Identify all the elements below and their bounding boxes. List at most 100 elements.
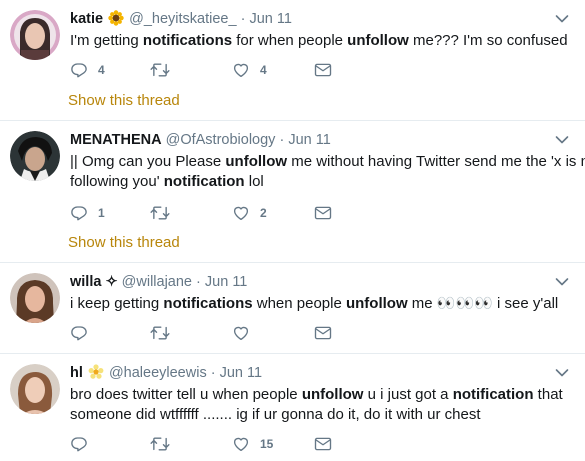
reply-icon (71, 326, 87, 341)
author-handle[interactable]: @_heyitskatiee_ (129, 11, 236, 27)
reply-button[interactable]: 1 (70, 203, 105, 223)
heart-icon (233, 326, 249, 341)
sparkle-icon: ✧ (105, 274, 118, 290)
tweet-actions: 4 4 (70, 60, 350, 80)
avatar[interactable] (10, 273, 60, 323)
reply-button[interactable] (70, 323, 98, 343)
author-handle[interactable]: @haleeyleewis (109, 365, 207, 381)
dot-separator: · (210, 365, 216, 381)
tweet-header: katie @_heyitskatiee_ · Jun 11 (70, 10, 567, 28)
highlighted-keyword: unfollow (345, 295, 408, 312)
retweet-button[interactable] (150, 323, 180, 343)
highlighted-keyword: unfollow (347, 32, 409, 49)
tweet-actions: 15 (70, 434, 350, 454)
retweet-button[interactable] (150, 434, 180, 454)
text-segment: me (407, 295, 437, 312)
heart-icon (233, 63, 249, 78)
tweet-text: bro does twitter tell u when people unfo… (70, 385, 567, 425)
envelope-icon (314, 63, 332, 77)
text-segment: following you' (70, 173, 164, 190)
tweet[interactable]: MENATHENA @OfAstrobiology · Jun 11 || Om… (0, 121, 585, 263)
retweet-button[interactable] (150, 60, 180, 80)
dot-separator: · (279, 132, 285, 148)
chevron-down-icon[interactable] (555, 277, 569, 287)
text-segment: i keep getting (70, 295, 164, 312)
highlighted-keyword: notification (452, 386, 534, 403)
text-segment: lol (244, 173, 264, 190)
tweet-text-line: || Omg can you Please unfollow me withou… (70, 152, 585, 172)
chevron-down-icon[interactable] (555, 14, 569, 24)
author-handle[interactable]: @OfAstrobiology (166, 132, 276, 148)
tweet-header: hl @haleeyleewis · Jun 11 (70, 364, 567, 382)
author-name[interactable]: katie (70, 11, 103, 27)
tweet-text: I'm getting notifications for when peopl… (70, 31, 568, 51)
retweet-icon (150, 63, 170, 77)
highlighted-keyword: notifications (163, 295, 253, 312)
avatar[interactable] (10, 131, 60, 181)
reply-count: 4 (98, 63, 105, 77)
reply-button[interactable] (70, 434, 98, 454)
text-segment: i see y'all (492, 295, 559, 312)
tweet-text: || Omg can you Please unfollow me withou… (70, 152, 585, 192)
tweet-actions (70, 323, 350, 343)
like-button[interactable] (232, 323, 260, 343)
dot-separator: · (240, 11, 246, 27)
direct-message-button[interactable] (314, 203, 332, 223)
tweet-text: i keep getting notifications when people… (70, 294, 567, 314)
show-thread-link[interactable]: Show this thread (68, 92, 180, 109)
tweet[interactable]: katie @_heyitskatiee_ · Jun 11 I'm getti… (0, 0, 585, 121)
reply-icon (71, 206, 87, 221)
like-count: 2 (260, 206, 267, 220)
envelope-icon (314, 326, 332, 340)
text-segment: for when people (232, 32, 348, 49)
tweet-date[interactable]: Jun 11 (288, 132, 330, 148)
direct-message-button[interactable] (314, 434, 332, 454)
avatar[interactable] (10, 364, 60, 414)
like-count: 15 (260, 437, 274, 451)
tweet-header: willa ✧ @willajane · Jun 11 (70, 273, 567, 291)
retweet-icon (150, 437, 170, 451)
chevron-down-icon[interactable] (555, 135, 569, 145)
reply-count: 1 (98, 206, 105, 220)
text-segment: bro does twitter tell u when people (70, 386, 302, 403)
direct-message-button[interactable] (314, 60, 332, 80)
heart-icon (233, 206, 249, 221)
text-segment: me without having Twitter send me the 'x… (287, 153, 585, 170)
eyes-emoji: 👀👀👀 (436, 295, 493, 312)
text-segment: I'm getting (70, 32, 143, 49)
tweet-date[interactable]: Jun 11 (205, 274, 247, 290)
tweet[interactable]: willa ✧ @willajane · Jun 11 i keep getti… (0, 263, 585, 354)
like-button[interactable]: 4 (232, 60, 267, 80)
blossom-icon (88, 364, 104, 380)
tweet-header: MENATHENA @OfAstrobiology · Jun 11 (70, 131, 567, 149)
retweet-button[interactable] (150, 203, 180, 223)
avatar[interactable] (10, 10, 60, 60)
text-segment: || Omg can you Please (70, 153, 226, 170)
tweet-text-line: bro does twitter tell u when people unfo… (70, 385, 567, 405)
direct-message-button[interactable] (314, 323, 332, 343)
tweet-date[interactable]: Jun 11 (249, 11, 291, 27)
like-button[interactable]: 15 (232, 434, 273, 454)
tweet-feed: katie @_heyitskatiee_ · Jun 11 I'm getti… (0, 0, 585, 461)
sunflower-icon (108, 10, 124, 26)
reply-button[interactable]: 4 (70, 60, 105, 80)
tweet-date[interactable]: Jun 11 (220, 365, 262, 381)
author-name[interactable]: hl (70, 365, 83, 381)
tweet-text-line: following you' notification lol (70, 172, 567, 192)
reply-icon (71, 437, 87, 452)
like-count: 4 (260, 63, 267, 77)
text-segment: someone did wtffffff ....... ig if ur go… (70, 406, 481, 423)
show-thread-link[interactable]: Show this thread (68, 234, 180, 251)
author-name[interactable]: MENATHENA (70, 132, 162, 148)
highlighted-keyword: notification (163, 173, 245, 190)
text-segment: me??? I'm so confused (408, 32, 568, 49)
tweet[interactable]: hl @haleeyleewis · Jun 11 bro does twitt… (0, 354, 585, 461)
chevron-down-icon[interactable] (555, 368, 569, 378)
author-name[interactable]: willa (70, 274, 101, 290)
envelope-icon (314, 437, 332, 451)
like-button[interactable]: 2 (232, 203, 267, 223)
reply-icon (71, 63, 87, 78)
retweet-icon (150, 326, 170, 340)
author-handle[interactable]: @willajane (122, 274, 192, 290)
highlighted-keyword: notifications (142, 32, 233, 49)
